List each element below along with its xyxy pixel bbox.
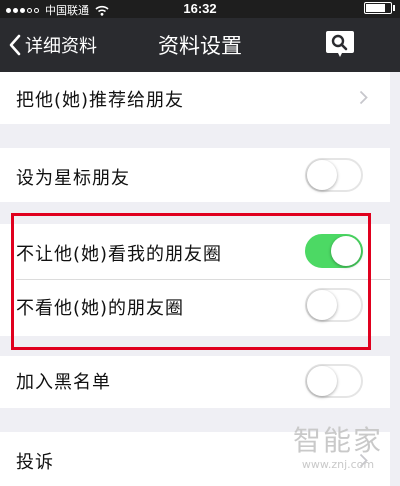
status-bar: 中国联通 16:32 <box>0 0 400 18</box>
chevron-right-icon <box>359 90 368 105</box>
toggle-knob <box>307 290 337 320</box>
toggle-knob <box>307 160 337 190</box>
battery-fill <box>366 4 385 12</box>
row-hide-my-moments: 不让他(她)看我的朋友圈 <box>0 224 390 280</box>
hide-my-moments-toggle[interactable] <box>305 234 363 268</box>
group-blacklist: 加入黑名单 <box>0 356 390 408</box>
row-label: 设为星标朋友 <box>16 168 130 189</box>
row-label: 不看他(她)的朋友圈 <box>16 298 185 319</box>
toggle-knob <box>331 236 361 266</box>
search-button[interactable] <box>322 26 358 60</box>
row-blacklist: 加入黑名单 <box>0 356 390 408</box>
row-star: 设为星标朋友 <box>0 148 390 202</box>
group-moments: 不让他(她)看我的朋友圈 不看他(她)的朋友圈 <box>0 224 390 336</box>
row-label: 把他(她)推荐给朋友 <box>16 90 185 111</box>
row-label: 不让他(她)看我的朋友圈 <box>16 244 223 265</box>
row-label: 投诉 <box>16 452 54 473</box>
watermark-brand: 智能家 <box>292 424 383 457</box>
row-label: 加入黑名单 <box>16 372 111 393</box>
status-time: 16:32 <box>183 1 217 16</box>
group-star: 设为星标朋友 <box>0 148 390 202</box>
battery-icon <box>364 2 395 14</box>
row-recommend[interactable]: 把他(她)推荐给朋友 <box>0 72 390 124</box>
status-right <box>364 2 395 14</box>
watermark-url: www.znj.com <box>301 458 375 471</box>
watermark: 智能家 www.znj.com <box>286 424 390 482</box>
group-recommend: 把他(她)推荐给朋友 <box>0 72 390 124</box>
star-toggle[interactable] <box>305 158 363 192</box>
nav-bar: 详细资料 资料设置 <box>0 18 400 72</box>
blacklist-toggle[interactable] <box>305 364 363 398</box>
toggle-knob <box>307 366 337 396</box>
hide-their-moments-toggle[interactable] <box>305 288 363 322</box>
search-icon <box>326 31 354 57</box>
row-hide-their-moments: 不看他(她)的朋友圈 <box>0 280 390 336</box>
